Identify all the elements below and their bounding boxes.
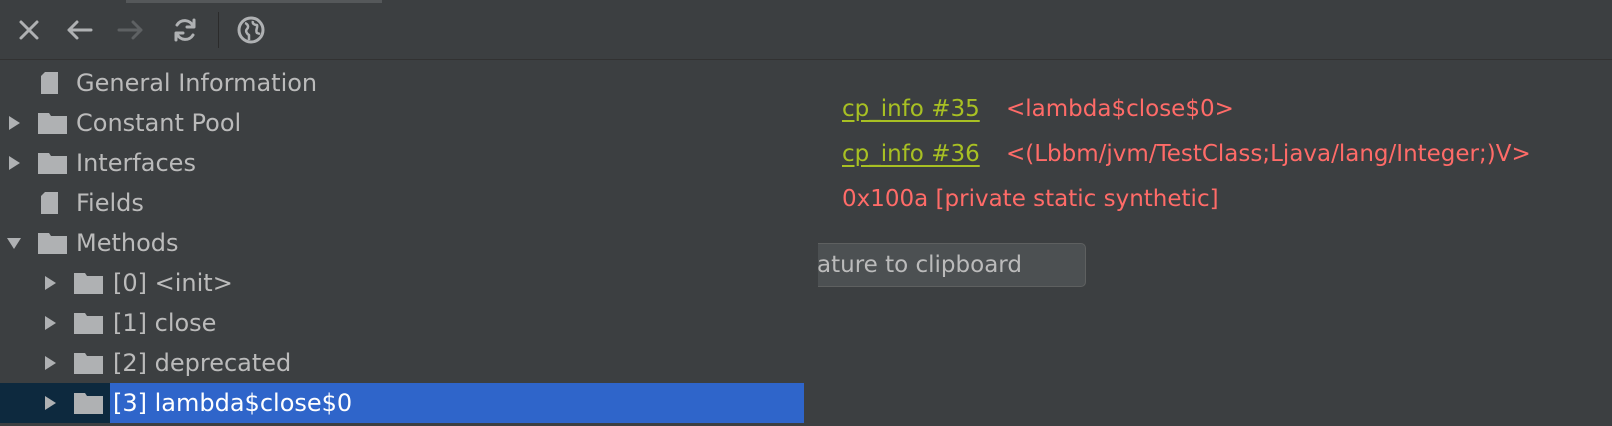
tree-item-label: [2] deprecated: [113, 349, 292, 377]
tree-item-methods[interactable]: Methods: [0, 223, 804, 263]
copy-signature-button[interactable]: ature to clipboard: [818, 243, 1086, 287]
name-cp-info-link[interactable]: cp_info #35: [842, 93, 980, 125]
copy-signature-label: ature to clipboard: [818, 252, 1022, 278]
folder-icon: [74, 393, 103, 414]
tree-item-label: Constant Pool: [76, 109, 242, 137]
close-button[interactable]: [9, 10, 49, 50]
folder-icon: [74, 353, 103, 374]
tree-item-general-information[interactable]: General Information: [0, 63, 804, 103]
expand-arrow-icon[interactable]: [6, 115, 22, 131]
close-icon: [19, 20, 39, 40]
tree-item-fields[interactable]: Fields: [0, 183, 804, 223]
bytecode-viewer-window: General Information Constant Pool Interf…: [0, 0, 1612, 426]
name-value: <lambda$close$0>: [1006, 96, 1234, 122]
globe-icon: [237, 16, 265, 44]
tree-item-label: Fields: [76, 189, 144, 217]
descriptor-cp-info-link[interactable]: cp_info #36: [842, 138, 980, 170]
back-button[interactable]: [59, 10, 99, 50]
tree-item-label: [0] <init>: [113, 269, 233, 297]
method-details-panel: cp_info #35 <lambda$close$0> cp_info #36…: [818, 63, 1612, 426]
folder-icon: [38, 233, 67, 254]
access-flags-value: 0x100a [private static synthetic]: [842, 186, 1219, 212]
tree-item-label: General Information: [76, 69, 318, 97]
collapse-arrow-icon[interactable]: [6, 235, 22, 251]
refresh-button[interactable]: [165, 10, 205, 50]
expand-arrow-icon[interactable]: [42, 355, 58, 371]
toolbar-separator: [218, 12, 219, 48]
folder-icon: [38, 113, 67, 134]
access-flags-row: : 0x100a [private static synthetic]: [818, 183, 1612, 215]
tree-item-label: Interfaces: [76, 149, 196, 177]
toolbar: [0, 0, 1612, 60]
tree-item-method-3[interactable]: [3] lambda$close$0: [0, 383, 804, 423]
expand-arrow-icon[interactable]: [42, 275, 58, 291]
tree-item-label: [3] lambda$close$0: [113, 389, 353, 417]
tree-item-interfaces[interactable]: Interfaces: [0, 143, 804, 183]
class-structure-tree: General Information Constant Pool Interf…: [0, 63, 804, 426]
file-icon: [41, 192, 58, 214]
file-icon: [41, 72, 58, 94]
forward-button[interactable]: [111, 10, 151, 50]
refresh-icon: [174, 18, 196, 42]
tree-item-label: [1] close: [113, 309, 217, 337]
open-web-button[interactable]: [231, 10, 271, 50]
access-label-colon: :: [818, 183, 820, 215]
folder-icon: [74, 313, 103, 334]
expand-arrow-icon[interactable]: [6, 155, 22, 171]
arrow-left-icon: [67, 20, 93, 40]
tree-item-constant-pool[interactable]: Constant Pool: [0, 103, 804, 143]
expand-arrow-icon[interactable]: [42, 395, 58, 411]
descriptor-row: cp_info #36 <(Lbbm/jvm/TestClass;Ljava/l…: [818, 138, 1612, 170]
folder-icon: [38, 153, 67, 174]
folder-icon: [74, 273, 103, 294]
arrow-right-icon: [117, 20, 143, 40]
tree-item-method-2[interactable]: [2] deprecated: [0, 343, 804, 383]
expand-arrow-icon[interactable]: [42, 315, 58, 331]
tree-item-label: Methods: [76, 229, 179, 257]
tree-item-method-0[interactable]: [0] <init>: [0, 263, 804, 303]
name-row: cp_info #35 <lambda$close$0>: [818, 93, 1612, 125]
descriptor-value: <(Lbbm/jvm/TestClass;Ljava/lang/Integer;…: [1006, 141, 1531, 167]
tree-item-method-1[interactable]: [1] close: [0, 303, 804, 343]
